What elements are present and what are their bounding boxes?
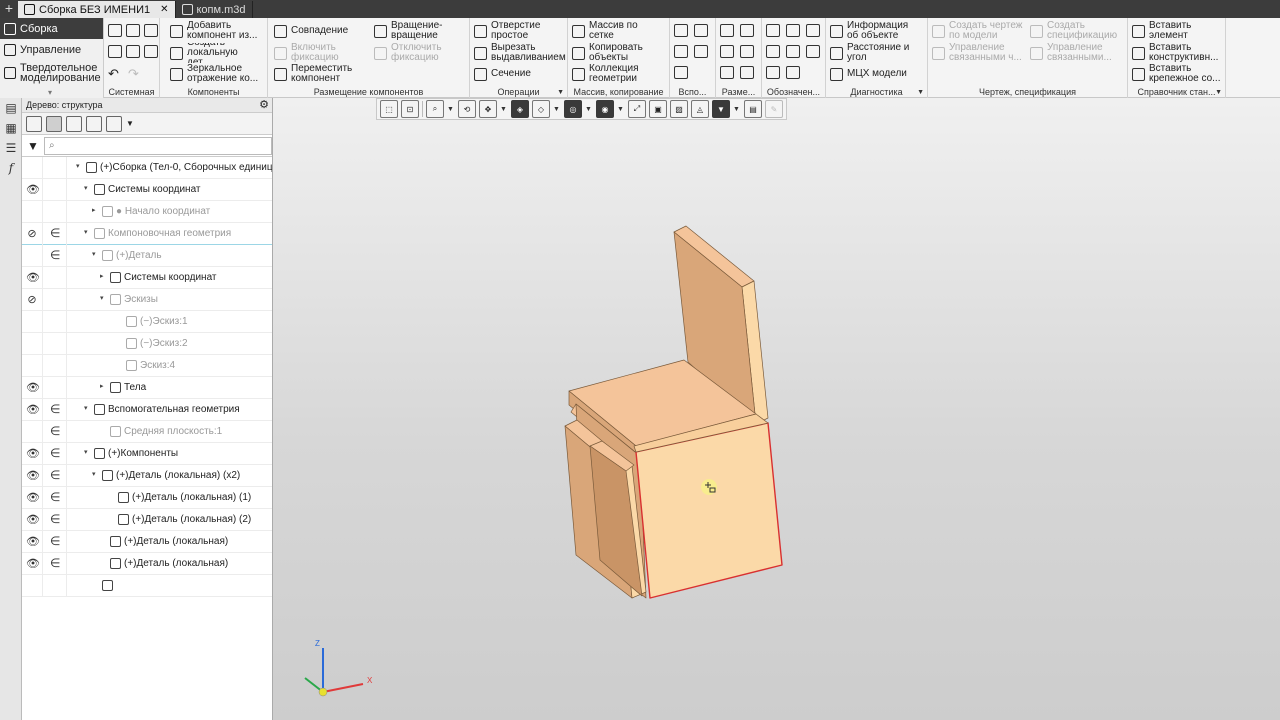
app-window: + Сборка БЕЗ ИМЕНИ1 ✕ копм.m3d Сборка Уп… <box>0 0 1280 720</box>
origin-point <box>318 687 328 697</box>
coordinate-triad: Z X <box>304 639 373 697</box>
move-cursor-icon <box>701 479 717 495</box>
front-panel-face <box>635 422 783 599</box>
chair-3d-model[interactable] <box>0 0 1280 720</box>
z-axis-label: Z <box>315 639 320 648</box>
x-axis <box>322 683 364 693</box>
x-axis-label: X <box>367 676 373 685</box>
